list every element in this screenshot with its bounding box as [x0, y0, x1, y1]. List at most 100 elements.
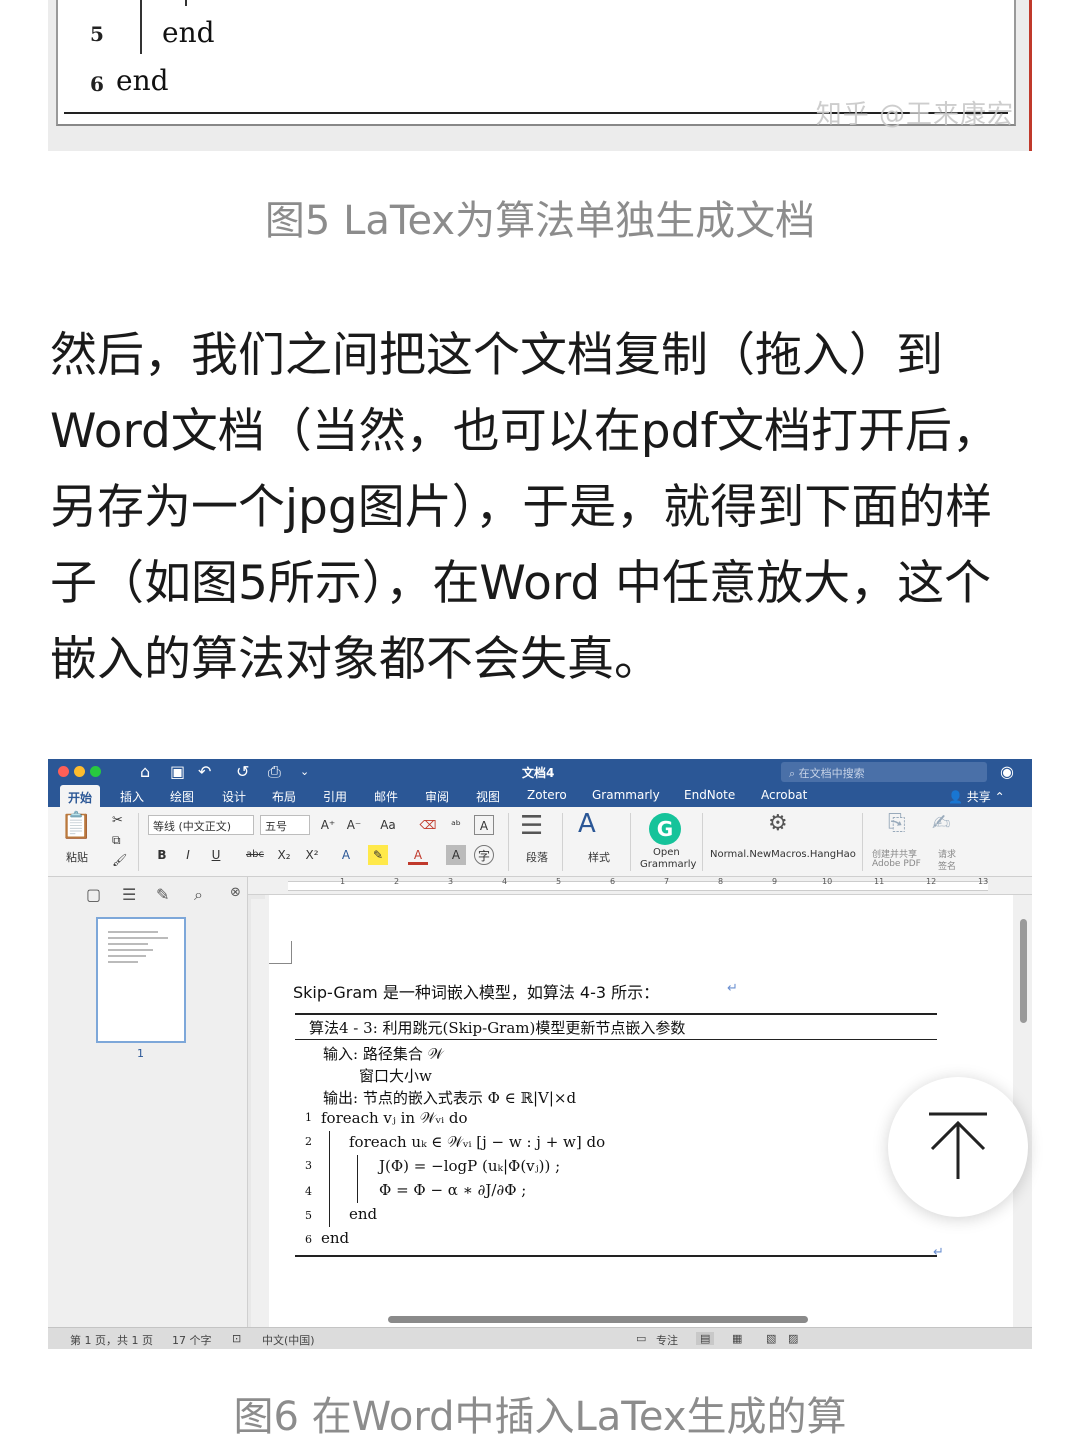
ruler-number: 1: [340, 877, 346, 886]
document-title: 文档4: [522, 766, 555, 780]
tab-references: 引用: [323, 790, 348, 804]
line-number: 6: [90, 72, 104, 96]
block-line: [329, 1131, 330, 1227]
intro-text: Skip-Gram 是一种词嵌入模型，如算法 4-3 所示：: [293, 983, 660, 1002]
font-color-icon: A: [408, 845, 428, 865]
algorithm-step: J(Φ) = −logP (uₖ|Φ(vⱼ)) ;: [379, 1157, 561, 1175]
ruler-number: 13: [978, 877, 989, 886]
outline-icon: ☰: [122, 885, 137, 904]
ruler-number: 5: [556, 877, 562, 886]
line-number: 4: [305, 1185, 312, 1198]
page-thumbnail: [96, 917, 186, 1043]
ruler-number: 2: [394, 877, 400, 886]
home-icon: ⌂: [140, 762, 151, 781]
char-shading-icon: A: [446, 845, 466, 865]
ruler-number: 3: [448, 877, 454, 886]
line-number: 3: [305, 1159, 312, 1172]
font-size-select: 五号: [260, 815, 310, 835]
watermark: 知乎 @王来康宏: [815, 100, 1014, 130]
char-border-icon: A: [474, 815, 494, 835]
minimize-dot-icon: [74, 766, 85, 777]
status-bar: 第 1 页，共 1 页 17 个字 ⊡ 中文(中国) ▭ 专注 ▤ ▦ ▧ ▨: [48, 1327, 1032, 1349]
search-placeholder: 在文档中搜索: [798, 767, 865, 780]
redo-icon: ↺: [236, 762, 250, 781]
algorithm-step: foreach vⱼ in 𝒲ᵥᵢ do: [321, 1109, 468, 1127]
close-dot-icon: [58, 766, 69, 777]
line-number: 5: [305, 1209, 312, 1222]
tab-endnote: EndNote: [684, 788, 736, 802]
block-line: [357, 1155, 358, 1203]
thumbnail-page-number: 1: [137, 1047, 144, 1060]
macro-icon: ⚙: [768, 811, 788, 836]
paragraph-icon: ☰: [520, 811, 544, 841]
paragraph-line: 另存为一个jpg图片），于是，就得到下面的样: [50, 480, 993, 535]
tab-review: 审阅: [425, 790, 450, 804]
adobe-pdf-icon: ⎘: [888, 811, 906, 836]
user-icon: ◉: [1000, 762, 1014, 781]
ribbon-separator: [562, 813, 563, 871]
styles-label: 样式: [588, 851, 610, 864]
navigation-pane: ▢ ☰ ✎ ⌕ ⊗ 1: [48, 877, 248, 1327]
subscript-button: X₂: [277, 848, 291, 862]
algorithm-title-rule: [295, 1039, 937, 1040]
back-to-top-button[interactable]: [888, 1077, 1028, 1217]
web-layout-icon: ▦: [732, 1332, 743, 1345]
bold-button: B: [157, 848, 167, 862]
algorithm-line: end: [162, 16, 215, 49]
italic-button: I: [186, 848, 190, 862]
margin-corner: [291, 941, 292, 963]
tab-layout: 布局: [272, 790, 297, 804]
tab-zotero: Zotero: [527, 788, 567, 802]
superscript-button: X²: [305, 848, 319, 862]
thumbnails-icon: ▢: [86, 885, 102, 904]
grammarly-label: Open: [653, 847, 680, 858]
tab-view: 视图: [476, 790, 501, 804]
paragraph-line: Word文档（当然，也可以在pdf文档打开后，: [50, 404, 1000, 459]
macro-label: Normal.NewMacros.HangHao: [710, 849, 856, 860]
margin-marker: [1029, 0, 1032, 151]
paragraph-label: 段落: [526, 851, 548, 864]
draft-view-icon: ▨: [788, 1332, 799, 1345]
paragraph-line: 子（如图5所示），在Word 中任意放大，这个: [50, 556, 992, 611]
algorithm-output: 输出: 节点的嵌入式表示 Φ ∈ ℝ|V|×d: [323, 1089, 577, 1107]
horizontal-ruler: 1 2 3 4 5 6 7 8 9 10 11 12 13: [248, 877, 1032, 895]
line-number: 2: [305, 1135, 312, 1148]
ruler-number: 12: [926, 877, 937, 886]
language: 中文(中国): [262, 1334, 315, 1347]
zoom-dot-icon: [90, 766, 101, 777]
tab-design: 设计: [222, 790, 247, 804]
ruler-number: 4: [502, 877, 508, 886]
adobe-label: Adobe PDF: [872, 859, 921, 869]
paragraph-line: 然后，我们之间把这个文档复制（拖入）到: [50, 328, 943, 383]
tab-insert: 插入: [120, 790, 145, 804]
enclose-char-icon: 字: [474, 845, 494, 865]
ribbon-tabs: 开始 插入 绘图 设计 布局 引用 邮件 审阅 视图 Zotero Gramma…: [48, 785, 1032, 807]
figure-5-caption: 图5 LaTex为算法单独生成文档: [264, 198, 816, 244]
search-icon: ⌕: [789, 767, 796, 780]
algorithm-top-rule: [295, 1013, 937, 1015]
tab-grammarly: Grammarly: [592, 788, 660, 802]
format-painter-icon: 🖌: [112, 853, 128, 867]
ribbon-separator: [138, 813, 139, 871]
focus-label: 专注: [656, 1334, 678, 1347]
algorithm-step: Φ = Φ − α ∗ ∂J/∂Φ ;: [379, 1181, 527, 1199]
share-label: 共享: [966, 790, 991, 804]
outline-view-icon: ▧: [766, 1332, 777, 1345]
ruler-number: 10: [822, 877, 833, 886]
change-case-icon: Aa: [380, 818, 396, 832]
tab-draw: 绘图: [170, 790, 195, 804]
close-icon: ⊗: [230, 885, 241, 900]
algorithm-step: foreach uₖ ∈ 𝒲ᵥᵢ [j − w : j + w] do: [349, 1133, 606, 1151]
ruler-number: 8: [718, 877, 724, 886]
grammarly-label: Grammarly: [640, 859, 697, 870]
proofing-icon: ⊡: [232, 1332, 242, 1345]
block-line: [140, 0, 142, 54]
paragraph-mark: ↵: [727, 981, 738, 996]
focus-icon: ▭: [636, 1332, 647, 1345]
ribbon-separator: [630, 813, 631, 871]
search-input: ⌕ 在文档中搜索: [781, 762, 987, 782]
ruler-number: 7: [664, 877, 670, 886]
algorithm-input: 窗口大小w: [359, 1067, 432, 1085]
word-screenshot: ⌂ ▣ ↶ ↺ ⎙ ⌄ 文档4 ⌕ 在文档中搜索 ◉ 开始 插入 绘图 设计 布…: [48, 759, 1032, 1349]
highlight-icon: ✎: [368, 845, 388, 865]
